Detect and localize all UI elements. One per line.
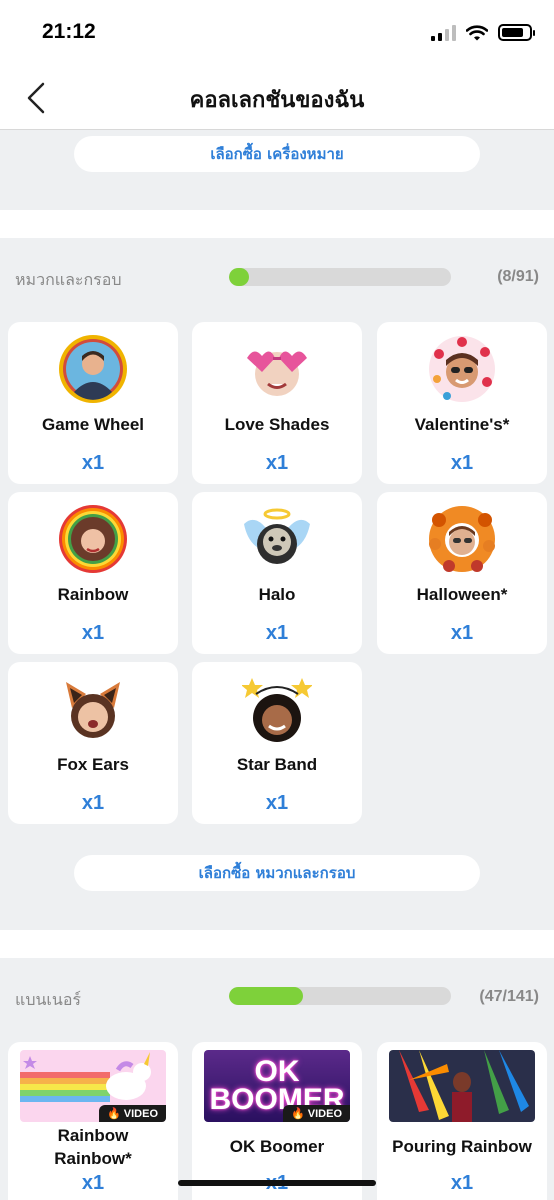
banners-progress-fill bbox=[229, 987, 303, 1005]
frame-name: Halo bbox=[258, 585, 296, 604]
banner-card-pouring-rainbow[interactable]: Pouring Rainbow x1 bbox=[377, 1042, 547, 1200]
frame-name: Love Shades bbox=[224, 415, 330, 434]
frame-name: Valentine's* bbox=[414, 415, 510, 434]
frame-qty: x1 bbox=[450, 452, 474, 474]
game-wheel-frame-icon bbox=[59, 335, 127, 403]
valentines-frame-icon bbox=[429, 336, 495, 402]
halloween-frame-icon bbox=[429, 506, 495, 572]
frames-count: (8/91) bbox=[497, 268, 539, 285]
frame-card-star-band[interactable]: Star Band x1 bbox=[192, 662, 362, 824]
battery-icon bbox=[498, 24, 535, 41]
frame-name: Game Wheel bbox=[41, 415, 145, 434]
video-badge: 🔥 VIDEO bbox=[99, 1105, 166, 1122]
frame-qty: x1 bbox=[81, 792, 105, 814]
banner-qty: x1 bbox=[81, 1172, 105, 1194]
frames-progress-fill bbox=[229, 268, 249, 286]
frames-progress-bar bbox=[229, 268, 451, 286]
banner-name: Pouring Rainbow bbox=[392, 1137, 532, 1156]
ok-boomer-banner-art: OK BOOMER 🔥 VIDEO bbox=[204, 1050, 350, 1122]
shop-badges-button[interactable]: เลือกซื้อ เครื่องหมาย bbox=[74, 136, 480, 172]
frames-section-title: หมวกและกรอบ bbox=[15, 270, 122, 289]
banner-qty: x1 bbox=[450, 1172, 474, 1194]
frame-card-love-shades[interactable]: Love Shades x1 bbox=[192, 322, 362, 484]
frame-qty: x1 bbox=[265, 792, 289, 814]
frame-qty: x1 bbox=[265, 452, 289, 474]
frame-name: Star Band bbox=[236, 755, 318, 774]
banners-count: (47/141) bbox=[479, 988, 539, 1005]
banners-section-title: แบนเนอร์ bbox=[15, 990, 82, 1009]
section-divider bbox=[0, 930, 554, 958]
frame-card-halo[interactable]: Halo x1 bbox=[192, 492, 362, 654]
frame-qty: x1 bbox=[81, 452, 105, 474]
signal-icon bbox=[431, 24, 456, 41]
banners-progress-bar bbox=[229, 987, 451, 1005]
frame-card-halloween[interactable]: Halloween* x1 bbox=[377, 492, 547, 654]
frame-card-fox-ears[interactable]: Fox Ears x1 bbox=[8, 662, 178, 824]
banner-name: OK Boomer bbox=[229, 1137, 325, 1156]
section-divider bbox=[0, 210, 554, 238]
halo-frame-icon bbox=[244, 508, 310, 564]
banner-card-rainbow-rainbow[interactable]: 🔥 VIDEO Rainbow Rainbow* x1 bbox=[8, 1042, 178, 1200]
frame-name: Halloween* bbox=[416, 585, 508, 604]
frame-card-valentines[interactable]: Valentine's* x1 bbox=[377, 322, 547, 484]
fox-ears-frame-icon bbox=[66, 682, 120, 738]
rainbow-rainbow-banner-art: 🔥 VIDEO bbox=[20, 1050, 166, 1122]
frame-qty: x1 bbox=[265, 622, 289, 644]
star-band-frame-icon bbox=[242, 678, 312, 742]
banner-card-ok-boomer[interactable]: OK BOOMER 🔥 VIDEO OK Boomer x1 bbox=[192, 1042, 362, 1200]
video-badge: 🔥 VIDEO bbox=[283, 1105, 350, 1122]
frame-card-game-wheel[interactable]: Game Wheel x1 bbox=[8, 322, 178, 484]
shop-frames-button[interactable]: เลือกซื้อ หมวกและกรอบ bbox=[74, 855, 480, 891]
status-icons bbox=[431, 24, 535, 41]
frame-qty: x1 bbox=[81, 622, 105, 644]
frame-name: Fox Ears bbox=[57, 755, 129, 774]
frame-qty: x1 bbox=[450, 622, 474, 644]
frame-card-rainbow[interactable]: Rainbow x1 bbox=[8, 492, 178, 654]
banner-name: Rainbow Rainbow* bbox=[54, 1126, 132, 1168]
wifi-icon bbox=[466, 24, 488, 40]
frame-name: Rainbow bbox=[57, 585, 129, 604]
page-title: คอลเลกชันของฉัน bbox=[189, 88, 365, 113]
status-time: 21:12 bbox=[42, 20, 96, 43]
rainbow-frame-icon bbox=[59, 505, 127, 573]
home-indicator[interactable] bbox=[178, 1180, 376, 1186]
love-shades-frame-icon bbox=[247, 351, 307, 396]
pouring-rainbow-banner-art bbox=[389, 1050, 535, 1122]
top-bar: 21:12 คอลเลกชันของฉัน bbox=[0, 0, 554, 130]
